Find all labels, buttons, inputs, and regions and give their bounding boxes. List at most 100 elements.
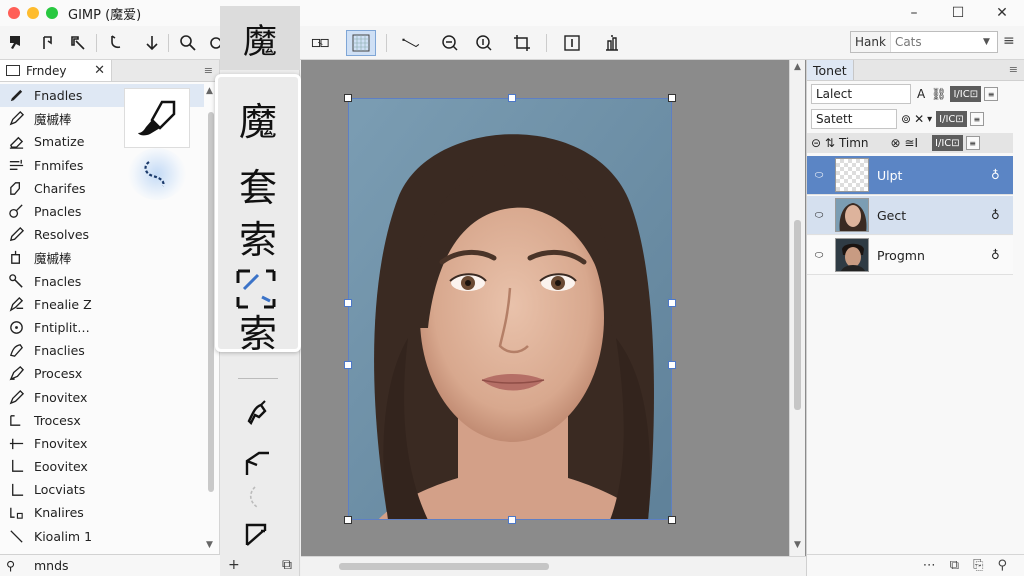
crop-icon[interactable]	[510, 31, 534, 55]
align-icon[interactable]	[600, 31, 624, 55]
close-dot[interactable]	[8, 7, 20, 19]
popup-glyph-1[interactable]: 魔	[218, 91, 298, 146]
visibility-eye-icon[interactable]: ⬭	[807, 210, 831, 221]
hscroll-thumb[interactable]	[339, 563, 549, 570]
handle-bottom[interactable]	[508, 516, 516, 524]
scroll-thumb[interactable]	[208, 112, 214, 492]
text-icon[interactable]	[560, 31, 584, 55]
tool-item[interactable]: Eoovitex	[0, 455, 204, 478]
perspective-tool-icon[interactable]	[240, 516, 276, 552]
popup-glyph-3[interactable]: 索	[218, 209, 298, 264]
panel-menu-icon[interactable]: ≡	[1009, 63, 1018, 76]
zoom-in-icon[interactable]	[472, 31, 496, 55]
tool-item[interactable]: Resolves	[0, 223, 204, 246]
mode-field[interactable]: Lalect	[811, 84, 911, 104]
canvas-vscrollbar[interactable]: ▲ ▼	[789, 60, 805, 556]
panel-menu-icon[interactable]: ≡	[204, 64, 213, 77]
toolbar-menu-icon[interactable]: ≡	[1003, 33, 1015, 49]
close-button[interactable]: ✕	[980, 0, 1024, 26]
duplicate-layer-icon[interactable]: ⎘	[973, 558, 983, 573]
tool-item[interactable]: Fnacles	[0, 270, 204, 293]
handle-right[interactable]	[668, 299, 676, 307]
pin-icon[interactable]: ♁	[991, 168, 1013, 182]
close-icon[interactable]: ✕	[94, 63, 105, 78]
handle-right-2[interactable]	[668, 361, 676, 369]
tool-item[interactable]: 魔槭棒	[0, 246, 204, 269]
scroll-up-icon[interactable]: ▲	[206, 86, 213, 96]
transform-icon[interactable]	[306, 31, 336, 55]
rotate-icon[interactable]	[66, 31, 90, 55]
tool-item[interactable]: Fnovitex	[0, 432, 204, 455]
handle-left[interactable]	[344, 299, 352, 307]
lock-badge[interactable]: I/IC⊡	[932, 135, 963, 151]
duplicate-icon[interactable]: ⧉	[282, 557, 292, 573]
scroll-down-icon[interactable]: ▼	[794, 540, 801, 550]
pin-icon[interactable]: ♁	[991, 208, 1013, 222]
scroll-down-icon[interactable]: ▼	[206, 540, 213, 550]
checker-icon[interactable]	[346, 30, 376, 56]
heal-tool-icon[interactable]	[240, 394, 276, 430]
tools-footer[interactable]: ⚲ mnds	[0, 554, 220, 576]
layer-row-2[interactable]: ⬭ Gect ♁	[807, 196, 1013, 235]
tool-item[interactable]: Fnaclies	[0, 339, 204, 362]
zoom-icon[interactable]	[176, 31, 200, 55]
layer-row-3[interactable]: ⬭ Progmn ♁	[807, 236, 1013, 275]
link-icon[interactable]: ⛓	[931, 87, 946, 101]
zoom-out-icon[interactable]	[438, 31, 462, 55]
tool-item[interactable]: Fnovitex	[0, 385, 204, 408]
tool-item[interactable]: Kioalim 1	[0, 525, 204, 548]
tool-item[interactable]: Knalires	[0, 501, 204, 524]
mode-badge[interactable]: I/IC⊡	[950, 86, 982, 102]
arrow-down-icon[interactable]	[140, 31, 164, 55]
path-icon[interactable]	[396, 31, 426, 55]
tab-layers[interactable]: Tonet	[807, 60, 854, 80]
text-tool-icon[interactable]: A	[917, 87, 925, 101]
canvas-area[interactable]	[301, 60, 806, 556]
minimize-dot[interactable]	[27, 7, 39, 19]
lock-mid-icons[interactable]: ⊗ ≅I	[891, 136, 918, 150]
handle-top-left[interactable]	[344, 94, 352, 102]
lock-menu-icon[interactable]: ≡	[965, 136, 980, 150]
tool-item[interactable]: Locviats	[0, 478, 204, 501]
opacity-menu-icon[interactable]: ≡	[969, 112, 984, 126]
path-tool-icon[interactable]	[240, 446, 276, 482]
maximize-button[interactable]: ☐	[936, 0, 980, 26]
vscroll-thumb[interactable]	[794, 220, 801, 410]
visibility-eye-icon[interactable]: ⬭	[807, 250, 831, 261]
tool-item[interactable]: Fntiplit…	[0, 316, 204, 339]
popup-glyph-4[interactable]: 索	[218, 303, 298, 358]
minimize-button[interactable]: –	[892, 0, 936, 26]
anchor-icon[interactable]: ⚲	[997, 558, 1007, 573]
layer-row-1[interactable]: ⬭ Ulpt ♁	[807, 156, 1013, 195]
popup-glyph-2[interactable]: 套	[218, 157, 298, 212]
opacity-badge[interactable]: I/IC⊡	[936, 111, 967, 127]
new-layer-icon[interactable]: ⧉	[950, 558, 959, 573]
select-icon[interactable]	[4, 31, 28, 55]
pin-icon[interactable]: ♁	[991, 248, 1013, 262]
handle-left-2[interactable]	[344, 361, 352, 369]
scroll-up-icon[interactable]: ▲	[794, 62, 801, 72]
mode-select[interactable]: Hank Cats ▼	[850, 31, 998, 53]
target-icon[interactable]: ⊚	[901, 112, 911, 126]
handle-top[interactable]	[508, 94, 516, 102]
lasso-faded-icon[interactable]	[240, 480, 276, 516]
tool-item[interactable]: Pnacles	[0, 200, 204, 223]
toolbox-top-glyph[interactable]: 魔	[220, 6, 300, 70]
lock-prefix-icon[interactable]: ⊝ ⇅	[811, 136, 835, 150]
handle-bottom-right[interactable]	[668, 516, 676, 524]
tool-item[interactable]: Procesx	[0, 362, 204, 385]
tab-tools[interactable]: Frndey ✕	[0, 60, 112, 81]
tool-item[interactable]: Fnealie Z	[0, 293, 204, 316]
zoom-dot[interactable]	[46, 7, 58, 19]
tool-item[interactable]: Trocesx	[0, 409, 204, 432]
opacity-field[interactable]: Satett	[811, 109, 897, 129]
handle-top-right[interactable]	[668, 94, 676, 102]
canvas-hscrollbar[interactable]	[301, 556, 806, 576]
redo-icon[interactable]	[36, 31, 60, 55]
mode-menu-icon[interactable]: ≡	[984, 87, 999, 101]
close-small-icon[interactable]: ✕	[914, 112, 924, 126]
down-small-icon[interactable]: ▾	[927, 114, 932, 125]
visibility-eye-icon[interactable]: ⬭	[807, 170, 831, 181]
selection-rectangle[interactable]	[348, 98, 672, 520]
handle-bottom-left[interactable]	[344, 516, 352, 524]
